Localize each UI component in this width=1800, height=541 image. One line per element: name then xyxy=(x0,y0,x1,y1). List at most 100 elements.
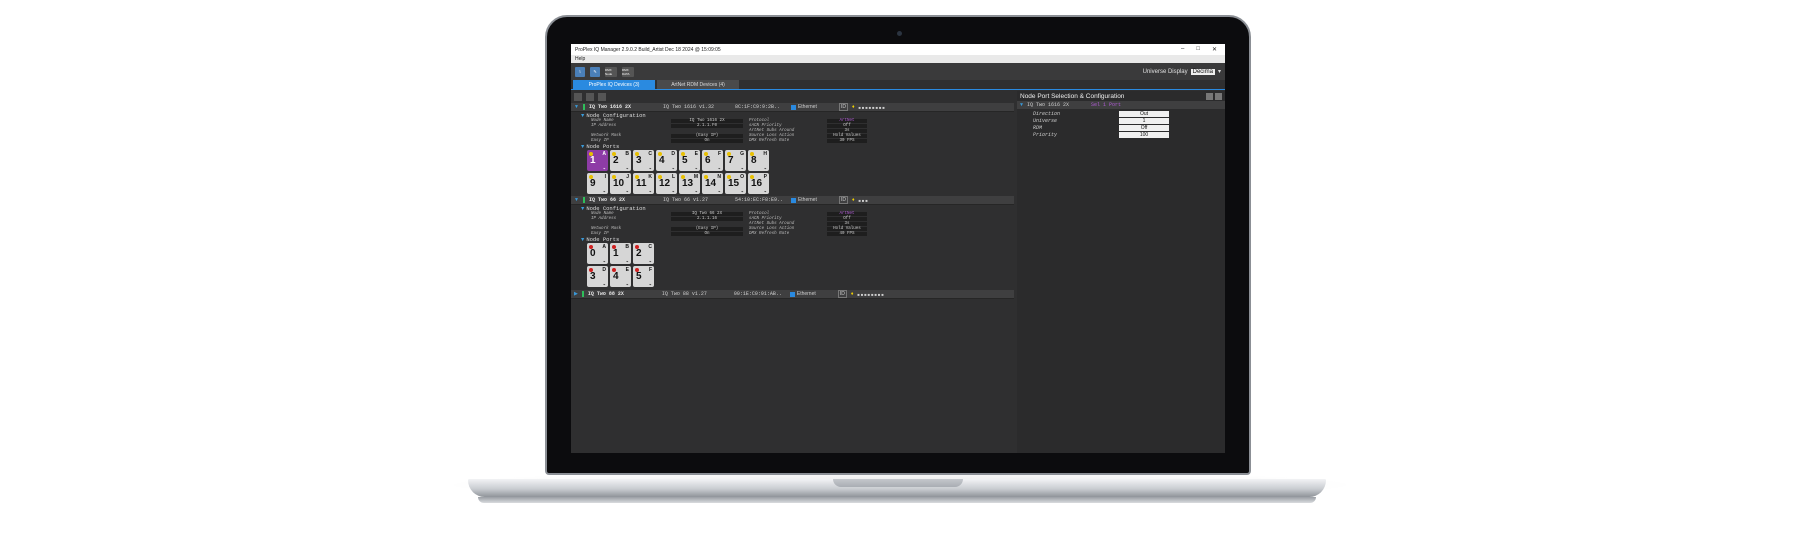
link-label: Ethernet xyxy=(797,104,817,110)
chevron-down-icon: ⌄ xyxy=(740,165,744,170)
port-letter: F xyxy=(717,151,721,157)
node-name-field[interactable]: IQ Two 1616 2X xyxy=(671,119,743,123)
node-port-button[interactable]: F 6 ⌄ xyxy=(702,150,723,171)
sacn-field[interactable]: Off xyxy=(827,124,867,128)
mask-field[interactable]: (Easy IP) xyxy=(671,227,743,231)
node-port-button[interactable]: C 3 ⌄ xyxy=(633,150,654,171)
node-port-button[interactable]: K 11 ⌄ xyxy=(633,173,654,194)
universe-select[interactable]: Decima xyxy=(1190,68,1215,75)
device-row[interactable]: ▶ IQ Two 88 2X IQ Two 88 v1.27 00:1E:C0:… xyxy=(571,290,1014,299)
node-port-button[interactable]: O 15 ⌄ xyxy=(725,173,746,194)
protocol-field[interactable]: ArtNet xyxy=(827,212,867,216)
wrench-icon[interactable]: ✎ xyxy=(590,66,600,77)
node-port-button[interactable]: D 3 ⌄ xyxy=(587,266,608,287)
filter-icon[interactable] xyxy=(574,93,582,101)
universe-field[interactable]: 1 xyxy=(1119,118,1169,124)
identify-button[interactable]: ID xyxy=(838,103,848,111)
refresh-field[interactable]: 30 FPS xyxy=(827,139,867,143)
download-icon[interactable] xyxy=(1215,92,1222,100)
config-grid: Node Name IQ Two 66 2X Protocol ArtNet I… xyxy=(571,212,1014,236)
chevron-down-icon: ⌄ xyxy=(648,258,652,263)
expand-icon[interactable] xyxy=(586,93,594,101)
device-row[interactable]: ▼ IQ Two 66 2X IQ Two 66 v1.27 54:10:EC:… xyxy=(571,196,1014,205)
section-node-ports[interactable]: ▼ Node Ports xyxy=(571,236,1014,243)
chevron-down-icon[interactable]: ▾ xyxy=(1218,68,1221,75)
close-icon[interactable]: ✕ xyxy=(1212,46,1217,53)
refresh-field[interactable]: 40 FPS xyxy=(827,232,867,236)
identify-button[interactable]: ID xyxy=(837,290,847,298)
port-letter: A xyxy=(602,151,606,157)
source-field[interactable]: Hold Values xyxy=(827,134,867,138)
tab-proplex-devices[interactable]: ProPlex IQ Devices (3) xyxy=(573,80,655,89)
ip-field[interactable]: 2.1.1.16 xyxy=(671,217,743,221)
node-port-button[interactable]: P 16 ⌄ xyxy=(748,173,769,194)
window-controls: – □ ✕ xyxy=(1181,46,1225,53)
tab-artnet-devices[interactable]: ArtNet RDM Devices (4) xyxy=(657,80,739,89)
selected-port-label: Sel 1 Port xyxy=(1091,102,1122,108)
chevron-down-icon: ⌄ xyxy=(717,165,721,170)
rdm-field[interactable]: Off xyxy=(1119,125,1169,131)
maximize-icon[interactable]: □ xyxy=(1196,46,1200,53)
sacn-field[interactable]: Off xyxy=(827,217,867,221)
direction-field[interactable]: Out xyxy=(1119,111,1169,117)
node-port-button[interactable]: N 14 ⌄ xyxy=(702,173,723,194)
link-label: Ethernet xyxy=(797,197,817,203)
bulb-icon[interactable]: ♦ xyxy=(851,291,854,297)
node-port-button[interactable]: D 4 ⌄ xyxy=(656,150,677,171)
section-node-config[interactable]: ▼ Node Configuration xyxy=(571,112,1014,119)
expand-arrow-icon[interactable]: ▼ xyxy=(574,104,579,110)
port-number: 3 xyxy=(636,155,642,166)
expand-arrow-icon[interactable]: ▶ xyxy=(574,291,578,297)
window-title: ProPlex IQ Manager 2.9.0.2 Build_Artist … xyxy=(575,46,721,53)
node-port-button[interactable]: E 4 ⌄ xyxy=(610,266,631,287)
node-port-button[interactable]: A 0 ⌄ xyxy=(587,243,608,264)
device-row[interactable]: ▼ IQ Two 1616 2X IQ Two 1616 v1.32 8C:1F… xyxy=(571,103,1014,112)
source-field[interactable]: Hold Values xyxy=(827,227,867,231)
chevron-down-icon: ⌄ xyxy=(671,165,675,170)
save-icon[interactable] xyxy=(1206,92,1213,100)
bulb-icon[interactable]: ♦ xyxy=(852,197,855,203)
node-port-button[interactable]: L 12 ⌄ xyxy=(656,173,677,194)
node-port-button[interactable]: H 8 ⌄ xyxy=(748,150,769,171)
node-port-button[interactable]: I 9 ⌄ xyxy=(587,173,608,194)
node-port-button[interactable]: A 1 ⌄ xyxy=(587,150,608,171)
node-name-field[interactable]: IQ Two 66 2X xyxy=(671,212,743,216)
bulb-icon[interactable]: ♦ xyxy=(852,104,855,110)
label: Node Name xyxy=(591,119,614,123)
node-port-button[interactable]: J 10 ⌄ xyxy=(610,173,631,194)
dmx-data-icon[interactable]: DMX DATA xyxy=(622,66,634,77)
node-port-button[interactable]: G 7 ⌄ xyxy=(725,150,746,171)
node-port-button[interactable]: B 1 ⌄ xyxy=(610,243,631,264)
section-node-config[interactable]: ▼ Node Configuration xyxy=(571,205,1014,212)
label: Source Loss Action xyxy=(749,227,795,231)
protocol-field[interactable]: ArtNet xyxy=(827,119,867,123)
device-mac: 54:10:EC:F8:E9.. xyxy=(734,197,783,203)
node-port-button[interactable]: F 5 ⌄ xyxy=(633,266,654,287)
identify-button[interactable]: ID xyxy=(838,196,848,204)
port-letter: J xyxy=(626,174,629,180)
ip-field[interactable]: 2.1.1.F0 xyxy=(671,124,743,128)
minimize-icon[interactable]: – xyxy=(1181,46,1184,53)
easy-ip-field[interactable]: On xyxy=(671,139,743,143)
port-number: 2 xyxy=(613,155,619,166)
status-indicator xyxy=(582,104,585,110)
ethernet-icon xyxy=(790,197,796,203)
mask-field[interactable]: (Easy IP) xyxy=(671,134,743,138)
node-port-button[interactable]: C 2 ⌄ xyxy=(633,243,654,264)
port-number: 1 xyxy=(590,155,596,166)
node-port-button[interactable]: M 13 ⌄ xyxy=(679,173,700,194)
collapse-icon[interactable] xyxy=(598,93,606,101)
priority-field[interactable]: 100 xyxy=(1119,132,1169,138)
artnet-field[interactable]: 3s xyxy=(827,129,867,133)
dmx-node-icon[interactable]: DMX Node xyxy=(605,66,617,77)
menu-help[interactable]: Help xyxy=(575,56,585,62)
port-number: 5 xyxy=(682,155,688,166)
easy-ip-field[interactable]: On xyxy=(671,232,743,236)
node-port-button[interactable]: E 5 ⌄ xyxy=(679,150,700,171)
expand-arrow-icon[interactable]: ▼ xyxy=(574,197,579,203)
chevron-down-icon: ⌄ xyxy=(602,188,606,193)
section-node-ports[interactable]: ▼ Node Ports xyxy=(571,143,1014,150)
network-icon[interactable]: ⌇ xyxy=(575,66,585,77)
node-port-button[interactable]: B 2 ⌄ xyxy=(610,150,631,171)
artnet-field[interactable]: 3s xyxy=(827,222,867,226)
